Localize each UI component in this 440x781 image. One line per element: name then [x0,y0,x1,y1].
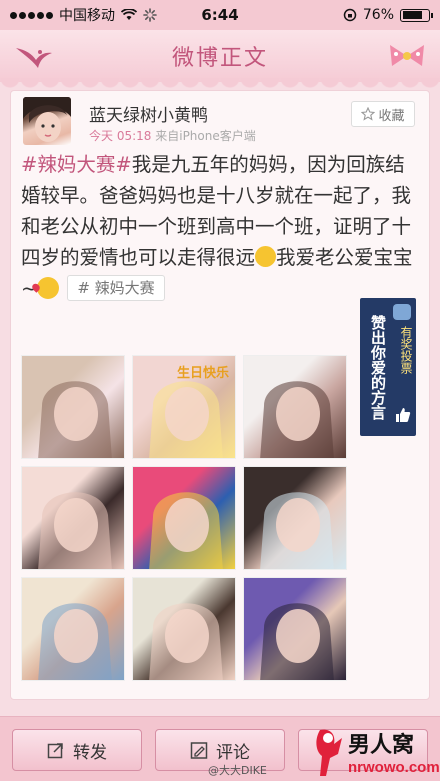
battery-level [402,11,422,19]
photo-content [38,381,112,458]
chat-bubble-icon [393,304,411,320]
photo-thumbnail[interactable]: 生日快乐 [132,355,236,459]
photo-thumbnail[interactable] [243,577,347,681]
wifi-icon [121,9,137,20]
avatar-portrait [23,97,71,142]
post-meta: 今天 05:18 来自iPhone客户端 [89,127,256,144]
rotation-lock-icon [343,8,357,22]
post-hashtag[interactable]: #辣妈大赛# [21,153,132,176]
photo-content [260,603,334,680]
photo-content [38,492,112,569]
repost-icon [47,743,63,759]
photo-content [149,603,223,680]
topic-tag[interactable]: # 辣妈大赛 [67,275,165,301]
photo-thumbnail[interactable] [132,577,236,681]
bow-icon[interactable] [386,40,428,72]
post-source: 来自iPhone客户端 [155,129,256,143]
nav-bar: 微博正文 [0,30,440,90]
photo-thumbnail[interactable] [243,355,347,459]
comment-label: 评论 [216,742,250,763]
photo-thumbnail[interactable] [21,466,125,570]
post-text: #辣妈大赛#我是九五年的妈妈，因为回族结婚较早。爸爸妈妈也是十八岁就在一起了，我… [21,149,421,304]
weibo-credit-watermark: @大大DIKE [208,764,267,777]
username[interactable]: 蓝天绿树小黄鸭 [89,101,208,126]
battery-icon [400,8,433,22]
photo-thumbnail[interactable] [21,577,125,681]
avatar[interactable] [23,97,71,145]
photo-content [260,381,334,458]
site-name: 男人窝 [348,732,414,758]
favorite-label: 收藏 [378,108,405,124]
status-right: 76% [343,7,433,23]
status-bar: 中国移动 6:44 76% [0,0,440,30]
repost-label: 转发 [73,742,107,763]
vote-banner-title: 赞出你爱的方言 [369,314,387,420]
photo-thumbnail[interactable] [243,466,347,570]
back-swallow-icon[interactable] [14,40,54,72]
photo-thumbnail[interactable] [132,466,236,570]
post-time: 今天 05:18 [89,129,152,143]
repost-button[interactable]: 转发 [12,729,142,771]
favorite-button[interactable]: 收藏 [351,101,415,127]
battery-percent: 76% [362,7,394,23]
signal-strength-icon [10,11,53,19]
carrier-name: 中国移动 [59,8,115,24]
status-time: 6:44 [201,6,239,24]
star-icon [361,107,376,121]
photo-content [149,492,223,569]
page-title: 微博正文 [171,46,268,71]
comment-icon [190,742,208,759]
thumbs-up-icon [396,408,411,422]
site-url: nrwowo.com [348,759,440,776]
photo-thumbnail[interactable] [21,355,125,459]
kiss-emoji-icon [37,277,60,299]
vote-banner[interactable]: 赞出你爱的方言 有奖投票 [360,298,416,436]
photo-content [38,603,112,680]
photo-caption: 生日快乐 [176,366,229,381]
photo-content [260,492,334,569]
loading-spinner-icon [143,8,157,22]
site-watermark-logo: 男人窝 nrwowo.com [316,729,440,776]
grin-emoji-icon [255,246,277,267]
status-left: 中国移动 [10,5,157,25]
